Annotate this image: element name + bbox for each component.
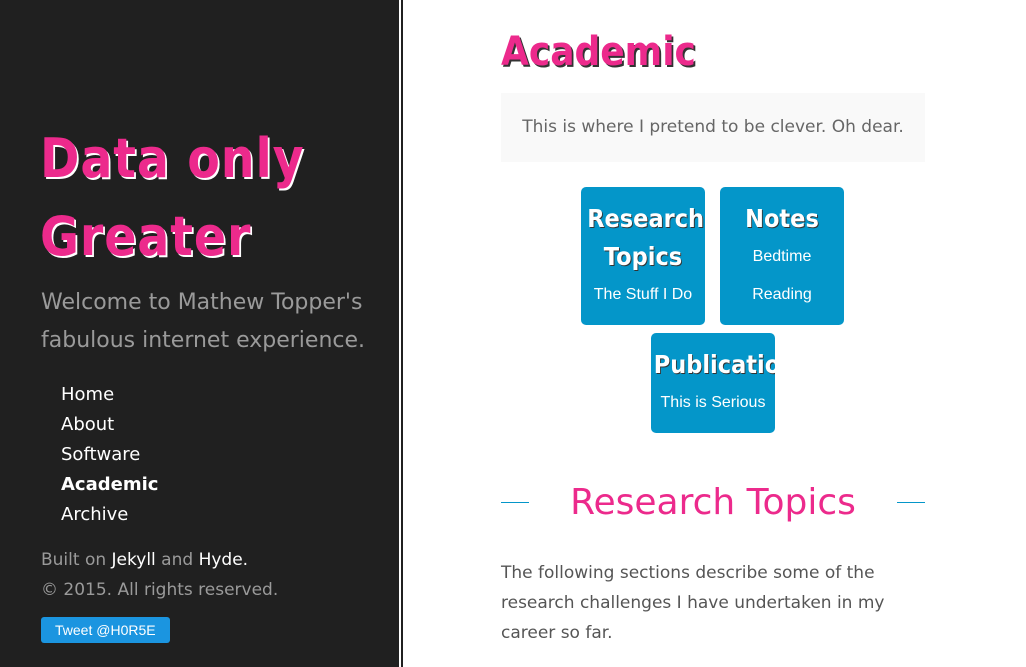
- built-and: and: [161, 550, 194, 570]
- card-subtitle-line2: Reading: [752, 286, 812, 303]
- nav-software[interactable]: Software: [61, 440, 158, 470]
- section-body: The following sections describe some of …: [501, 563, 885, 643]
- nav-archive[interactable]: Archive: [61, 500, 158, 530]
- site-title-line1[interactable]: Data only: [40, 120, 339, 198]
- site-title[interactable]: Data only Greater: [40, 120, 339, 276]
- card-subtitle-line1: Bedtime: [752, 248, 812, 265]
- site-title-line2[interactable]: Greater: [40, 198, 339, 276]
- card-subtitle: The Stuff I Do: [593, 286, 693, 303]
- card-title: Publications: [653, 350, 775, 379]
- hyde-link[interactable]: Hyde.: [199, 550, 249, 570]
- sidebar-divider-dark: [401, 0, 403, 667]
- nav-about[interactable]: About: [61, 410, 158, 440]
- nav-home[interactable]: Home: [61, 380, 158, 410]
- page-title: Academic: [501, 29, 696, 75]
- card-title-line1: Research: [587, 204, 705, 233]
- built-on-footer: Built on Jekyll and Hyde. © 2015. All ri…: [41, 545, 278, 605]
- card-notes[interactable]: Notes Bedtime Reading: [720, 187, 844, 325]
- lead-box: This is where I pretend to be clever. Oh…: [501, 93, 925, 162]
- built-prefix: Built on: [41, 550, 107, 570]
- card-research-topics[interactable]: Research Topics The Stuff I Do: [581, 187, 705, 325]
- section-heading: Research Topics: [501, 478, 925, 528]
- tagline: Welcome to Mathew Topper's fabulous inte…: [41, 290, 366, 353]
- card-title-line2: Topics: [603, 242, 683, 271]
- copyright: © 2015. All rights reserved.: [41, 580, 279, 600]
- card-title: Notes: [745, 204, 819, 233]
- tweet-button[interactable]: Tweet @H0R5E: [41, 617, 170, 643]
- jekyll-link[interactable]: Jekyll: [112, 550, 156, 570]
- card-publications[interactable]: Publications This is Serious: [651, 333, 775, 433]
- heading-rule-right: [897, 502, 925, 503]
- card-subtitle: This is Serious: [660, 394, 766, 411]
- nav-academic[interactable]: Academic: [61, 470, 158, 500]
- sidebar: Data only Greater Welcome to Mathew Topp…: [0, 0, 399, 667]
- section-heading-text: Research Topics: [570, 482, 856, 523]
- sidebar-nav: Home About Software Academic Archive: [61, 380, 158, 530]
